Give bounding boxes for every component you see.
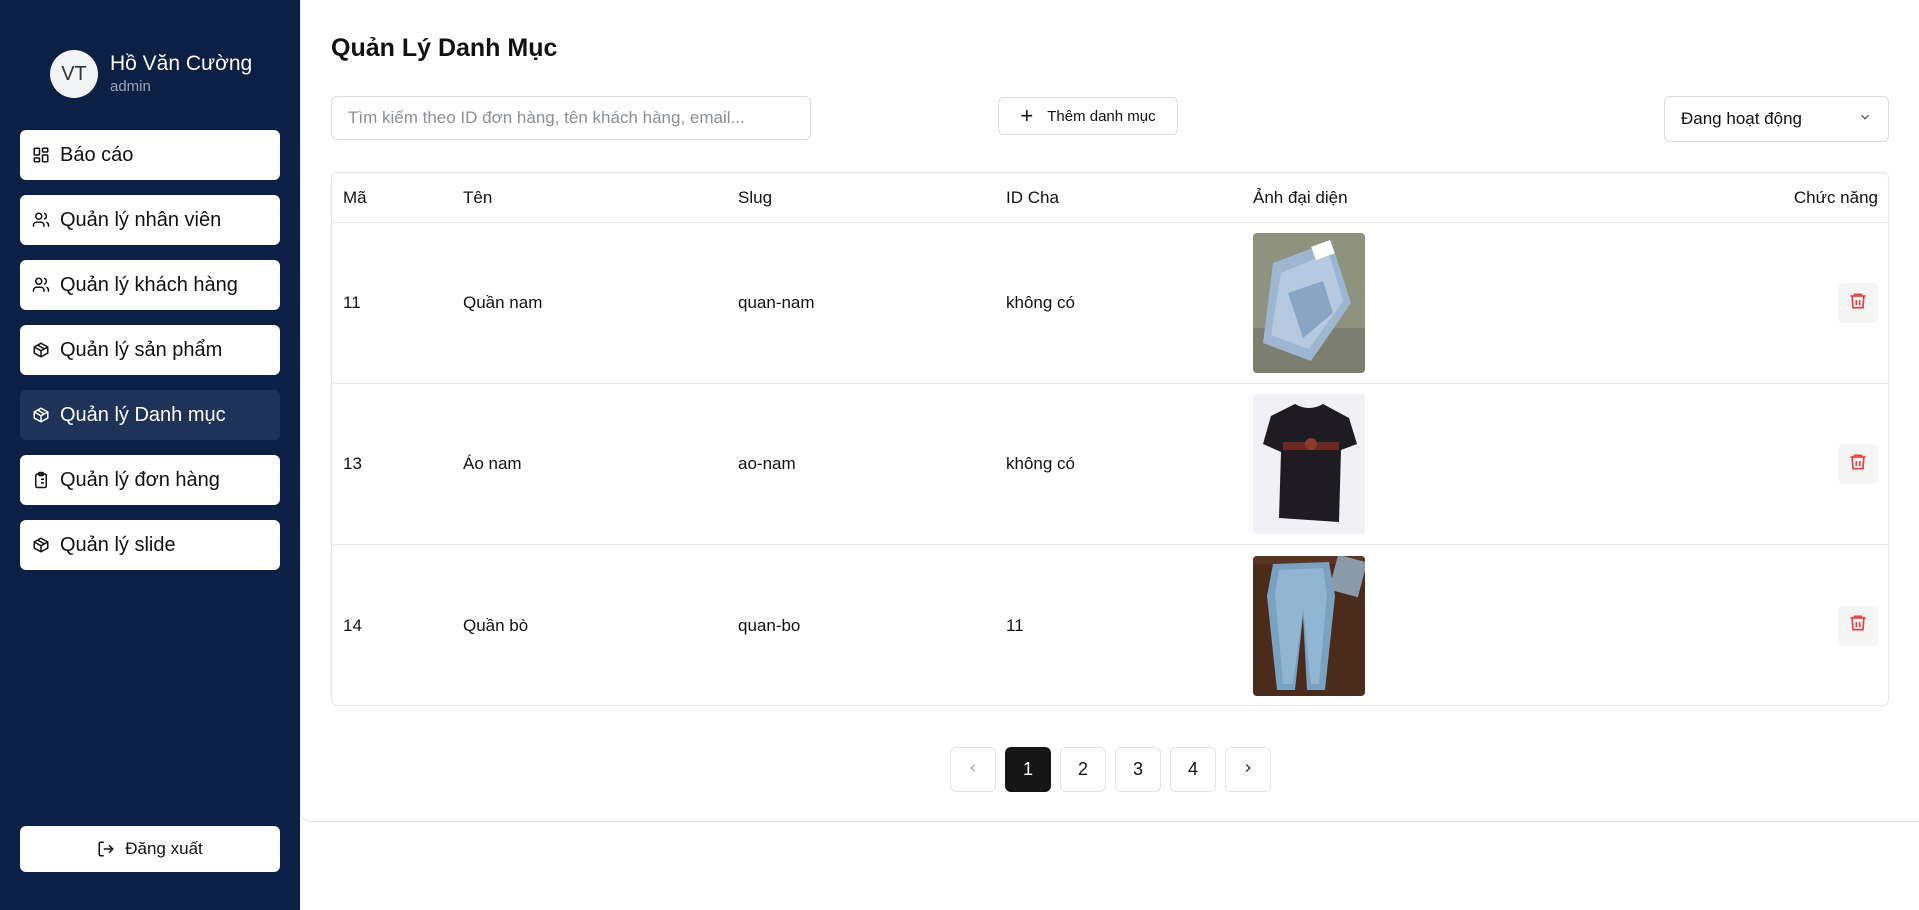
plus-icon: + bbox=[1020, 103, 1034, 128]
status-filter-value: Đang hoạt động bbox=[1681, 109, 1802, 128]
sidebar-item-label: Quản lý khách hàng bbox=[60, 273, 238, 296]
delete-button[interactable] bbox=[1838, 283, 1878, 323]
sidebar-item-employees[interactable]: Quản lý nhân viên bbox=[20, 195, 280, 245]
chevron-right-icon bbox=[1241, 759, 1255, 780]
logout-button[interactable]: Đăng xuất bbox=[20, 826, 280, 872]
sidebar-item-label: Quản lý slide bbox=[60, 533, 176, 556]
delete-button[interactable] bbox=[1838, 605, 1878, 646]
category-thumbnail bbox=[1253, 394, 1365, 534]
users-icon bbox=[32, 211, 50, 229]
add-category-label: Thêm danh mục bbox=[1047, 107, 1156, 125]
cell-parent-id: không có bbox=[1006, 454, 1075, 473]
cell-id: 13 bbox=[343, 454, 362, 473]
column-header: Tên bbox=[463, 187, 493, 207]
page-button-2[interactable]: 2 bbox=[1060, 747, 1106, 792]
column-header: Slug bbox=[738, 187, 773, 207]
cell-id: 11 bbox=[343, 293, 361, 312]
table-row: 14 Quần bò quan-bo 11 bbox=[332, 545, 1888, 705]
users-icon bbox=[32, 276, 50, 294]
chevron-left-icon bbox=[966, 759, 980, 780]
dashboard-icon bbox=[32, 146, 50, 164]
logout-label: Đăng xuất bbox=[125, 839, 203, 858]
table-row: 11 Quần nam quan-nam không có bbox=[332, 223, 1888, 384]
sidebar-item-slides[interactable]: Quản lý slide bbox=[20, 520, 280, 570]
trash-icon bbox=[1848, 291, 1868, 316]
package-icon bbox=[32, 406, 50, 424]
column-header: Mã bbox=[343, 187, 367, 207]
sidebar-nav: Báo cáo Quản lý nhân viên Quản lý khách … bbox=[20, 130, 280, 585]
category-thumbnail bbox=[1253, 555, 1365, 696]
avatar: VT bbox=[50, 50, 98, 98]
trash-icon bbox=[1848, 452, 1868, 477]
trash-icon bbox=[1848, 613, 1868, 638]
previous-page-button[interactable] bbox=[950, 747, 996, 792]
categories-table: Mã Tên Slug ID Cha Ảnh đại diện Chức năn… bbox=[331, 172, 1889, 706]
search-input[interactable] bbox=[331, 96, 811, 140]
user-profile: VT Hồ Văn Cường admin bbox=[50, 50, 252, 98]
page-button-1[interactable]: 1 bbox=[1005, 747, 1051, 792]
add-category-button[interactable]: + Thêm danh mục bbox=[998, 97, 1178, 135]
sidebar-item-label: Quản lý nhân viên bbox=[60, 208, 222, 231]
sidebar: VT Hồ Văn Cường admin Báo cáo Quản lý nh… bbox=[0, 0, 300, 910]
column-header: ID Cha bbox=[1006, 187, 1059, 207]
sidebar-item-categories[interactable]: Quản lý Danh mục bbox=[20, 390, 280, 440]
sidebar-item-customers[interactable]: Quản lý khách hàng bbox=[20, 260, 280, 310]
sidebar-item-label: Quản lý sản phẩm bbox=[60, 338, 223, 361]
clipboard-list-icon bbox=[32, 471, 50, 489]
sidebar-item-reports[interactable]: Báo cáo bbox=[20, 130, 280, 180]
page-button-3[interactable]: 3 bbox=[1115, 747, 1161, 792]
page-button-4[interactable]: 4 bbox=[1170, 747, 1216, 792]
cell-parent-id: 11 bbox=[1006, 615, 1024, 635]
package-icon bbox=[32, 341, 50, 359]
cell-slug: ao-nam bbox=[738, 454, 796, 473]
sidebar-item-products[interactable]: Quản lý sản phẩm bbox=[20, 325, 280, 375]
logout-icon bbox=[97, 840, 115, 858]
sidebar-item-label: Báo cáo bbox=[60, 143, 134, 166]
cell-name: Áo nam bbox=[463, 454, 522, 473]
column-header: Ảnh đại diện bbox=[1253, 187, 1348, 207]
cell-slug: quan-bo bbox=[738, 615, 801, 635]
cell-parent-id: không có bbox=[1006, 293, 1075, 312]
sidebar-item-label: Quản lý đơn hàng bbox=[60, 468, 220, 491]
sidebar-item-orders[interactable]: Quản lý đơn hàng bbox=[20, 455, 280, 505]
package-icon bbox=[32, 536, 50, 554]
cell-name: Quần bò bbox=[463, 615, 529, 635]
cell-slug: quan-nam bbox=[738, 293, 815, 312]
user-role: admin bbox=[110, 78, 151, 95]
table-row: 13 Áo nam ao-nam không có bbox=[332, 384, 1888, 545]
page-title: Quản Lý Danh Mục bbox=[331, 34, 558, 62]
pagination: 1 2 3 4 bbox=[950, 747, 1280, 792]
user-name: Hồ Văn Cường bbox=[110, 52, 253, 75]
column-header: Chức năng bbox=[1793, 187, 1878, 207]
sidebar-item-label: Quản lý Danh mục bbox=[60, 403, 226, 426]
category-thumbnail bbox=[1253, 233, 1365, 373]
next-page-button[interactable] bbox=[1225, 747, 1271, 792]
delete-button[interactable] bbox=[1838, 444, 1878, 484]
table-header: Mã Tên Slug ID Cha Ảnh đại diện Chức năn… bbox=[332, 173, 1888, 223]
status-filter-select[interactable]: Đang hoạt động bbox=[1664, 96, 1889, 142]
cell-name: Quần nam bbox=[463, 293, 543, 312]
cell-id: 14 bbox=[343, 615, 362, 635]
chevron-down-icon bbox=[1858, 109, 1872, 129]
